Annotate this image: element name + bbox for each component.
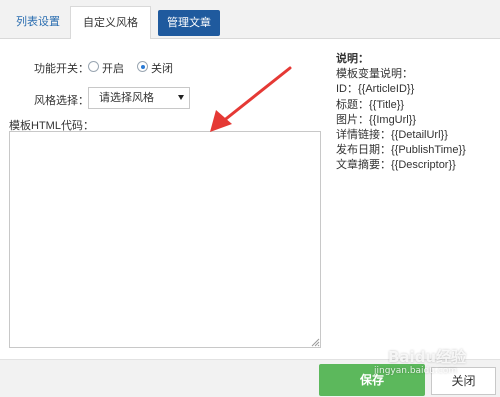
watermark-logo: Baidu经验 jingyan.baidu.com — [360, 346, 470, 386]
annotation-arrow-icon — [210, 66, 292, 132]
watermark-text: Baidu经验 — [388, 348, 467, 366]
watermark-url: jingyan.baidu.com — [374, 366, 458, 376]
